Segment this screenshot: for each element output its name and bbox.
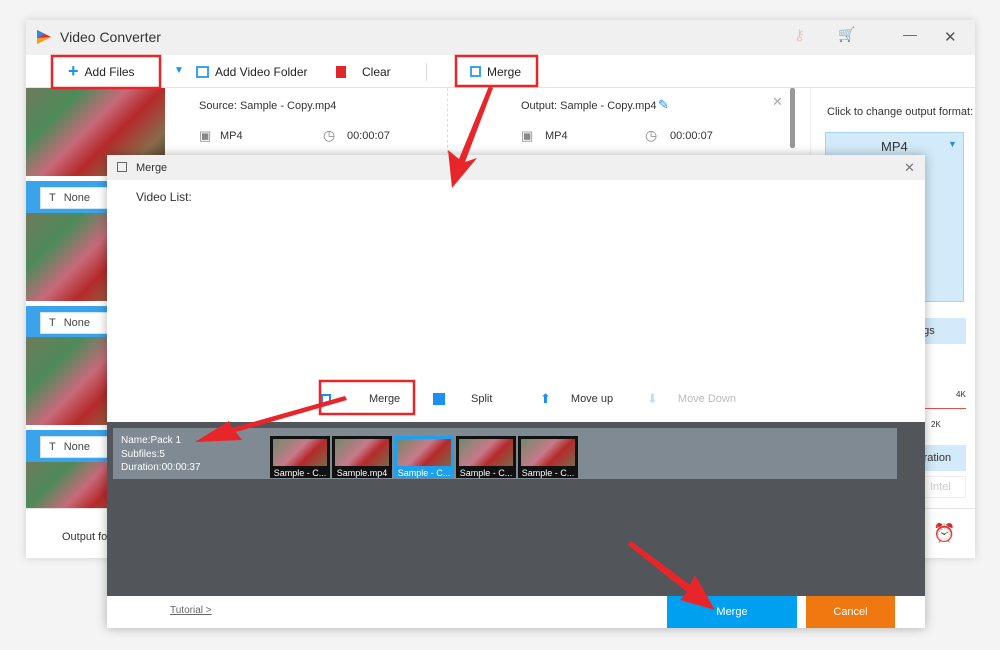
move-up-label: Move up [570, 392, 614, 405]
res-2k: 2K [931, 420, 941, 429]
app-logo-icon [37, 30, 51, 44]
dropdown-arrow-icon[interactable]: ▼ [174, 65, 184, 76]
merge-dialog: Merge ✕ Video List: Merge Split ⬆ Move up… [107, 155, 925, 628]
minimize-button[interactable]: — [903, 26, 917, 42]
dialog-title-bar: Merge ✕ [107, 155, 925, 180]
clock-icon: ◷ [323, 127, 336, 143]
divider [447, 88, 448, 158]
split-icon [433, 392, 445, 405]
add-folder-label: Add Video Folder [215, 64, 308, 79]
pack-name: Name:Pack 1 [121, 435, 182, 446]
source-name: Source: Sample - Copy.mp4 [199, 100, 337, 112]
move-up-button[interactable]: ⬆ Move up [540, 386, 613, 411]
merge-action-button[interactable]: Merge [321, 386, 400, 411]
text-icon: T [49, 317, 56, 329]
merge-icon [321, 393, 331, 404]
download-icon: ⬇ [647, 390, 658, 406]
move-down-label: Move Down [677, 392, 736, 405]
format-hint: Click to change output format: [827, 106, 974, 118]
clip-thumbnail[interactable]: Sample - C... [518, 436, 578, 478]
clip-thumbnail[interactable]: Sample - C... [270, 436, 330, 478]
move-down-button[interactable]: ⬇ Move Down [647, 386, 736, 411]
source-duration: 00:00:07 [347, 130, 390, 142]
resolution-slider[interactable] [921, 408, 966, 409]
title-bar: Video Converter ⚷ 🛒 — ✕ [26, 20, 975, 55]
split-label: Split [471, 392, 493, 405]
close-button[interactable]: ✕ [944, 28, 957, 46]
video-list-label: Video List: [136, 190, 192, 204]
clip-image [397, 439, 451, 466]
file-format-icon: ▣ [199, 128, 212, 143]
merge-icon [470, 66, 481, 77]
text-icon: T [49, 192, 56, 204]
clip-image [273, 439, 327, 466]
clear-label: Clear [362, 64, 391, 79]
scrollbar[interactable] [790, 88, 795, 148]
clip-image [335, 439, 389, 466]
clip-label: Sample.mp4 [336, 468, 388, 478]
app-title: Video Converter [60, 29, 161, 45]
add-video-folder-button[interactable]: Add Video Folder [196, 55, 308, 88]
clock-icon: ◷ [645, 127, 658, 143]
dialog-close-button[interactable]: ✕ [904, 160, 915, 176]
pack-row[interactable]: Name:Pack 1 Subfiles:5 Duration:00:00:37… [113, 428, 897, 479]
add-files-label: Add Files [84, 64, 135, 79]
toolbar: + Add Files ▼ Add Video Folder Clear Merg… [26, 55, 975, 88]
clip-image [521, 439, 575, 466]
trash-icon [336, 65, 346, 78]
merge-action-label: Merge [369, 392, 401, 405]
dialog-title: Merge [136, 162, 168, 174]
clip-label: Sample - C... [273, 468, 327, 478]
subtitle-value: None [63, 441, 91, 453]
merge-confirm-button[interactable]: Merge [667, 596, 797, 628]
clip-thumbnail[interactable]: Sample - C... [456, 436, 516, 478]
remove-file-icon[interactable]: ✕ [772, 94, 783, 110]
text-icon: T [49, 441, 56, 453]
divider [426, 63, 427, 81]
key-icon[interactable]: ⚷ [794, 26, 805, 44]
output-duration: 00:00:07 [670, 130, 713, 142]
source-format: MP4 [220, 130, 243, 142]
output-format: MP4 [545, 130, 568, 142]
cart-icon[interactable]: 🛒 [838, 26, 855, 43]
clip-label: Sample - C... [459, 468, 513, 478]
edit-pencil-icon[interactable]: ✎ [658, 97, 669, 113]
add-files-button[interactable]: + Add Files [68, 55, 135, 88]
clip-thumbnail[interactable]: Sample.mp4 [332, 436, 392, 478]
dropdown-arrow-icon: ▼ [948, 139, 957, 149]
output-name: Output: Sample - Copy.mp4 [521, 100, 657, 112]
intel-label: Intel [930, 481, 951, 493]
res-4k: 4K [956, 390, 966, 399]
plus-icon: + [68, 61, 79, 81]
tutorial-link[interactable]: Tutorial > [170, 605, 212, 616]
merge-icon [117, 162, 127, 172]
clip-image [459, 439, 513, 466]
pack-subfiles: Subfiles:5 [121, 448, 165, 460]
alarm-clock-icon[interactable]: ⏰ [933, 523, 955, 544]
pack-area: Name:Pack 1 Subfiles:5 Duration:00:00:37… [107, 422, 925, 596]
file-format-icon: ▣ [521, 128, 534, 143]
subtitle-value: None [63, 317, 91, 329]
file-item: Source: Sample - Copy.mp4 ▣ MP4 ◷ 00:00:… [165, 88, 790, 158]
clip-label: Sample - C... [397, 468, 451, 478]
merge-label: Merge [487, 64, 522, 79]
pack-duration: Duration:00:00:37 [121, 462, 201, 473]
pack-info: Name:Pack 1 Subfiles:5 Duration:00:00:37 [121, 434, 201, 475]
folder-icon [196, 65, 209, 78]
clip-thumbnail[interactable]: Sample - C... [394, 436, 454, 478]
output-folder-label: Output fol [62, 531, 110, 543]
split-button[interactable]: Split [433, 386, 492, 411]
upload-icon: ⬆ [540, 390, 551, 406]
format-value: MP4 [881, 139, 908, 154]
clear-button[interactable]: Clear [336, 55, 391, 88]
cancel-button[interactable]: Cancel [806, 596, 895, 628]
merge-toolbar-button[interactable]: Merge [470, 55, 521, 88]
clip-label: Sample - C... [521, 468, 575, 478]
subtitle-value: None [63, 192, 91, 204]
